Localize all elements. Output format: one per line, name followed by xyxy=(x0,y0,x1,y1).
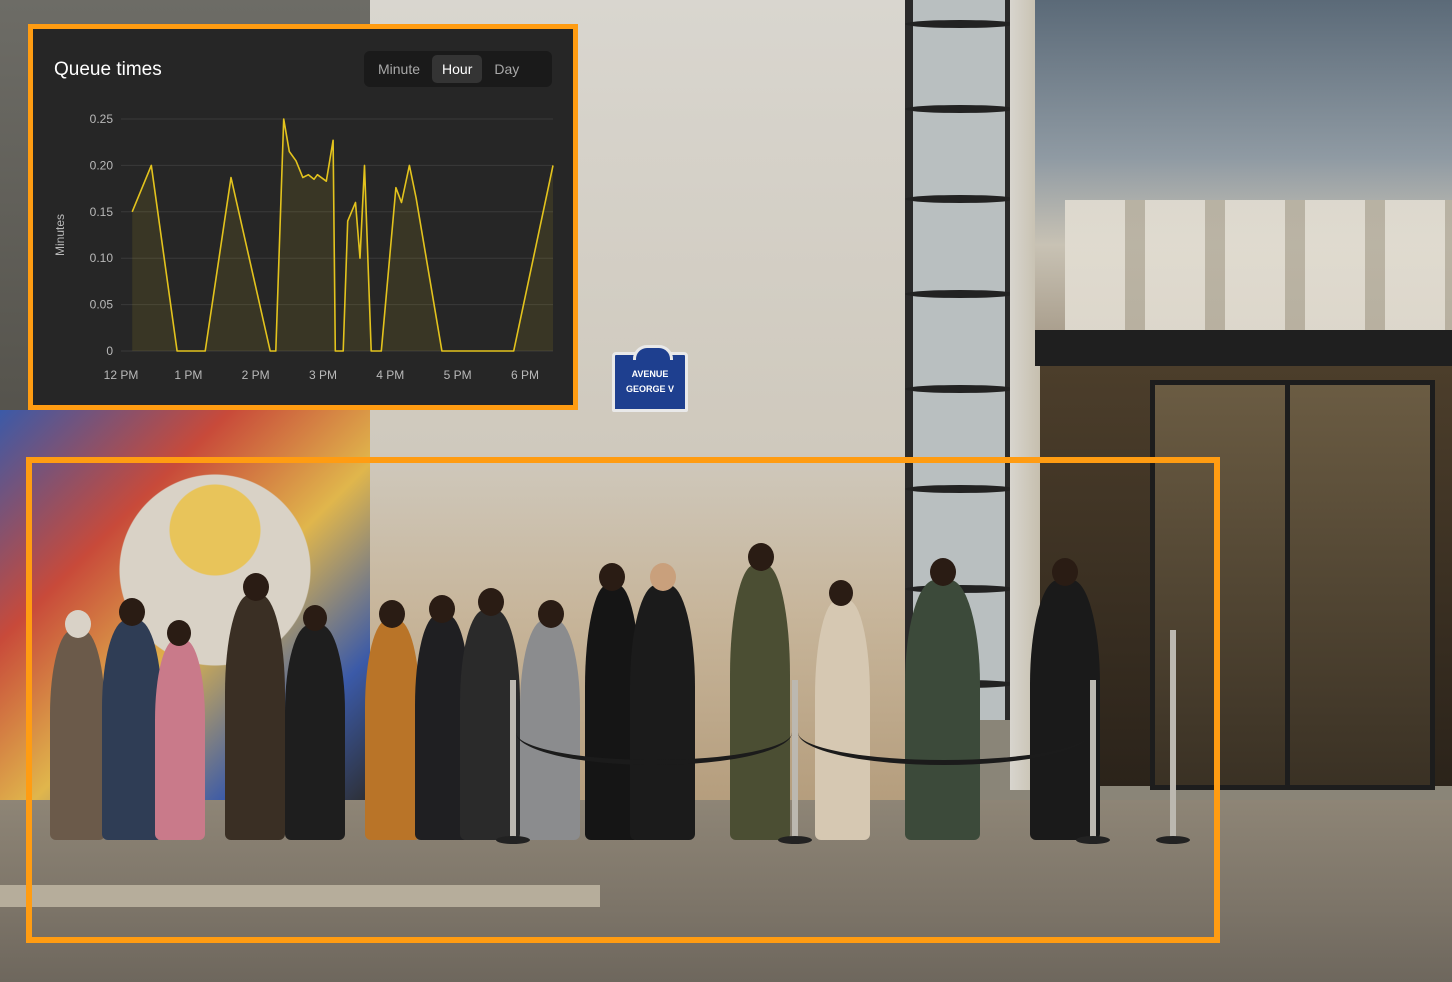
street-sign-line: AVENUE xyxy=(631,369,669,379)
x-tick-label: 3 PM xyxy=(309,368,337,382)
queue-times-chart: 0 0.05 0.10 0.15 0.20 0.25 12 PM 1 PM 2 PM 3 PM 4 … xyxy=(53,112,554,382)
y-tick-label: 0.10 xyxy=(90,251,114,265)
y-tick-label: 0.15 xyxy=(90,205,114,219)
canopy xyxy=(1035,330,1452,366)
x-tick-label: 2 PM xyxy=(242,368,270,382)
street-sign-line: GEORGE V xyxy=(625,384,674,394)
x-tick-label: 4 PM xyxy=(376,368,404,382)
queue-times-panel: Queue times Minute Hour Day 0 0.05 0.10 0.1… xyxy=(28,24,578,410)
x-tick-label: 12 PM xyxy=(104,368,139,382)
queue-highlight-box xyxy=(26,457,1220,943)
y-tick-label: 0.20 xyxy=(90,158,114,172)
y-tick-label: 0 xyxy=(106,344,113,358)
x-tick-label: 6 PM xyxy=(511,368,539,382)
reflected-building xyxy=(1065,200,1452,330)
series-area xyxy=(132,119,553,351)
x-tick-label: 1 PM xyxy=(174,368,202,382)
street-sign: AVENUE GEORGE V xyxy=(612,345,688,412)
y-tick-label: 0.25 xyxy=(90,112,114,126)
store-door xyxy=(1285,380,1435,790)
y-axis-label: Minutes xyxy=(53,214,67,256)
x-tick-label: 5 PM xyxy=(444,368,472,382)
series-line xyxy=(131,118,554,352)
y-tick-label: 0.05 xyxy=(90,298,114,312)
